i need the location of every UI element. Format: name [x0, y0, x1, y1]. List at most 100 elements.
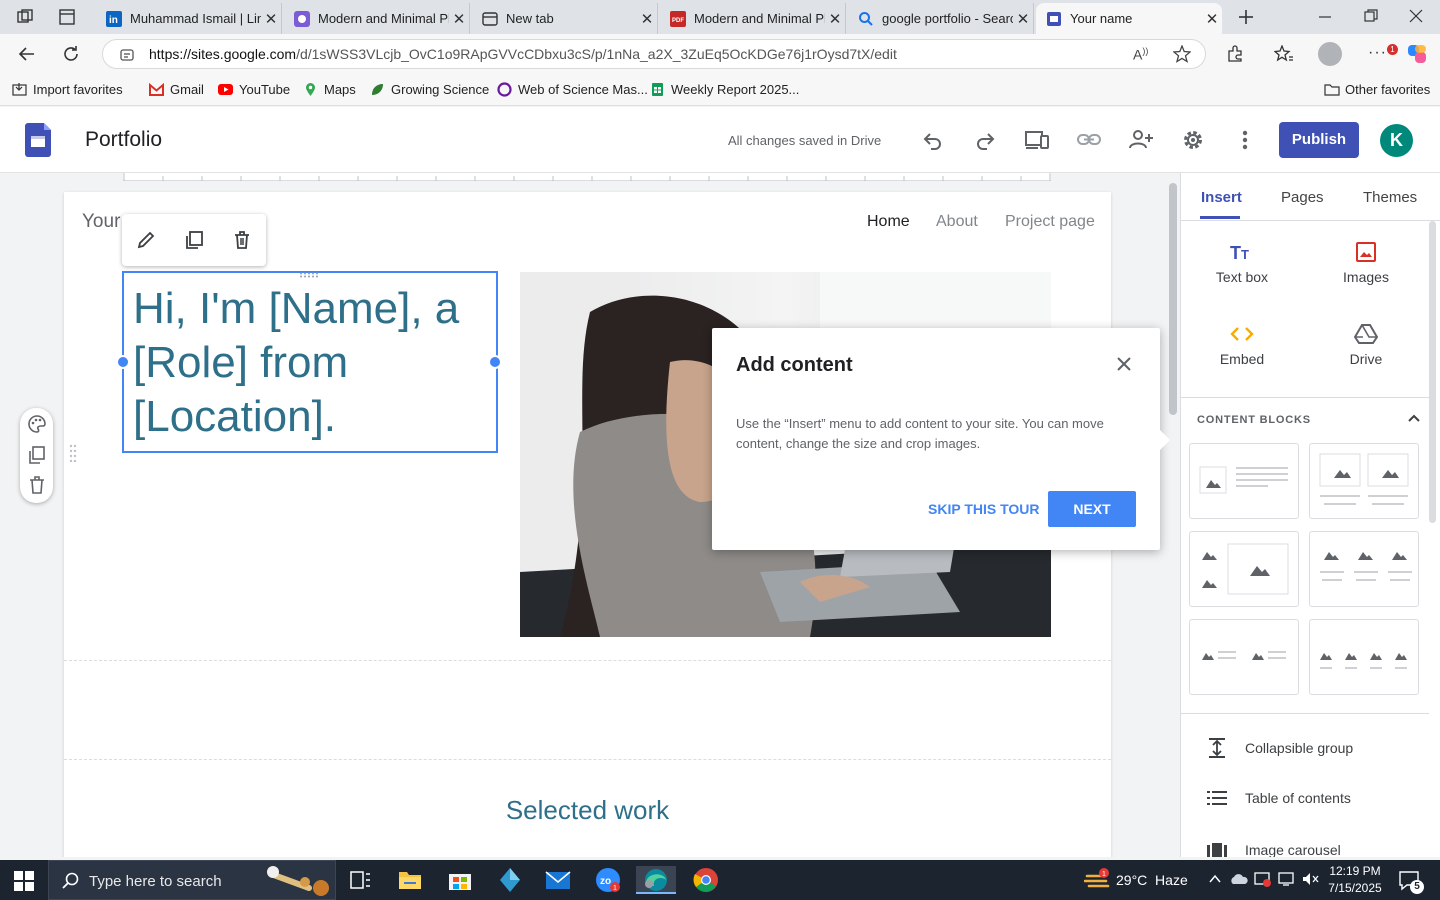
other-favorites[interactable]: Other favorites — [1324, 82, 1430, 97]
images-tool[interactable]: Images — [1315, 241, 1417, 297]
favorite-star-icon[interactable] — [1173, 45, 1191, 63]
text-box-tool[interactable]: TT Text box — [1191, 241, 1293, 297]
favorites-icon[interactable] — [1274, 45, 1294, 63]
resize-handle-left[interactable] — [116, 355, 130, 369]
notifications-icon[interactable]: 5 — [1398, 870, 1424, 894]
taskbar-search-box[interactable]: Type here to search — [48, 860, 336, 900]
browser-tab[interactable]: in Muhammad Ismail | Lin ✕ — [96, 3, 282, 34]
read-aloud-icon[interactable]: A)) — [1133, 46, 1148, 63]
document-title[interactable]: Portfolio — [85, 128, 162, 152]
browser-tab[interactable]: google portfolio - Searc ✕ — [848, 3, 1034, 34]
content-block-layout[interactable] — [1189, 531, 1299, 607]
file-explorer-icon[interactable] — [390, 866, 430, 894]
close-tab-icon[interactable]: ✕ — [449, 10, 469, 28]
skip-tour-button[interactable]: SKIP THIS TOUR — [928, 501, 1040, 517]
embed-tool[interactable]: Embed — [1191, 323, 1293, 379]
close-tab-icon[interactable]: ✕ — [637, 10, 657, 28]
content-block-layout[interactable] — [1309, 443, 1419, 519]
hero-heading[interactable]: Hi, I'm [Name], a [Role] from [Location]… — [133, 282, 488, 444]
palette-icon[interactable] — [27, 414, 47, 434]
link-icon[interactable] — [1077, 129, 1101, 151]
duplicate-section-icon[interactable] — [27, 445, 47, 465]
extensions-icon[interactable] — [1226, 45, 1244, 63]
section-heading[interactable]: Selected work — [64, 795, 1111, 826]
favorite-item[interactable]: Weekly Report 2025... — [650, 82, 799, 97]
resize-handle-right[interactable] — [488, 355, 502, 369]
volume-muted-icon[interactable] — [1302, 871, 1320, 887]
section-drag-handle-icon[interactable] — [69, 444, 77, 462]
show-hidden-icons-icon[interactable] — [1208, 872, 1222, 886]
delete-section-icon[interactable] — [27, 475, 47, 495]
site-info-icon[interactable] — [119, 47, 135, 63]
delete-icon[interactable] — [232, 230, 252, 250]
close-tab-icon[interactable]: ✕ — [1013, 10, 1033, 28]
settings-menu-icon[interactable]: ··· 1 — [1368, 44, 1398, 62]
browser-tab[interactable]: PDF Modern and Minimal Ph ✕ — [660, 3, 846, 34]
clock[interactable]: 12:19 PM 7/15/2025 — [1320, 863, 1390, 897]
favorite-item[interactable]: Import favorites — [12, 82, 123, 97]
close-tab-icon[interactable]: ✕ — [1202, 10, 1222, 28]
collapsible-group-item[interactable]: Collapsible group — [1207, 737, 1353, 759]
duplicate-icon[interactable] — [184, 230, 204, 250]
security-alert-icon[interactable] — [1254, 871, 1272, 887]
close-tab-icon[interactable]: ✕ — [261, 10, 281, 28]
copilot-icon[interactable] — [1406, 43, 1428, 65]
address-bar[interactable]: https://sites.google.com/d/1sWSS3VLcjb_O… — [102, 39, 1206, 69]
content-block-layout[interactable] — [1309, 619, 1419, 695]
profile-avatar[interactable] — [1318, 42, 1342, 66]
account-avatar[interactable]: K — [1380, 124, 1413, 157]
content-block-layout[interactable] — [1189, 443, 1299, 519]
refresh-icon[interactable] — [62, 45, 80, 63]
microsoft-store-icon[interactable] — [440, 866, 480, 894]
panel-scrollbar[interactable] — [1429, 221, 1436, 523]
favorite-item[interactable]: Maps — [303, 82, 356, 97]
publish-button[interactable]: Publish — [1279, 122, 1359, 158]
browser-tab[interactable]: Modern and Minimal Ph ✕ — [284, 3, 470, 34]
content-block-layout[interactable] — [1309, 531, 1419, 607]
tab-themes[interactable]: Themes — [1363, 189, 1417, 206]
vertical-tabs-icon[interactable] — [58, 8, 76, 26]
close-tab-icon[interactable]: ✕ — [825, 10, 845, 28]
google-sites-logo-icon[interactable] — [25, 123, 51, 157]
favorite-item[interactable]: Web of Science Mas... — [497, 82, 648, 97]
nav-project-page[interactable]: Project page — [1005, 213, 1095, 231]
nav-home[interactable]: Home — [867, 213, 910, 231]
table-of-contents-item[interactable]: Table of contents — [1207, 790, 1351, 806]
network-icon[interactable] — [1278, 871, 1296, 887]
drag-handle-icon[interactable] — [299, 272, 319, 278]
workspaces-icon[interactable] — [16, 8, 34, 26]
canvas-scrollbar[interactable] — [1169, 183, 1177, 415]
edit-pencil-icon[interactable] — [136, 230, 156, 250]
tab-insert[interactable]: Insert — [1201, 189, 1242, 206]
back-icon[interactable] — [18, 45, 36, 63]
drive-tool[interactable]: Drive — [1315, 323, 1417, 379]
minimize-icon[interactable] — [1318, 9, 1332, 23]
favorite-item[interactable]: Growing Science — [370, 82, 489, 97]
favorite-item[interactable]: YouTube — [218, 82, 290, 97]
restore-icon[interactable] — [1364, 9, 1378, 23]
mail-icon[interactable] — [538, 866, 578, 894]
hero-text-box[interactable]: Hi, I'm [Name], a [Role] from [Location]… — [116, 271, 502, 453]
zoom-app-icon[interactable]: zo 1 — [588, 866, 628, 894]
chrome-icon[interactable] — [686, 866, 726, 894]
more-options-icon[interactable] — [1242, 129, 1248, 151]
weather-icon[interactable]: 1 — [1084, 868, 1110, 892]
settings-gear-icon[interactable] — [1181, 128, 1205, 152]
app-diamond-icon[interactable] — [490, 866, 530, 894]
next-button[interactable]: NEXT — [1048, 491, 1136, 527]
tab-pages[interactable]: Pages — [1281, 189, 1324, 206]
task-view-icon[interactable] — [340, 866, 380, 894]
browser-tab-active[interactable]: Your name ✕ — [1036, 3, 1222, 34]
content-block-layout[interactable] — [1189, 619, 1299, 695]
start-windows-icon[interactable] — [14, 871, 34, 891]
favorite-item[interactable]: Gmail — [149, 82, 204, 97]
edge-browser-icon[interactable] — [636, 866, 676, 894]
nav-about[interactable]: About — [936, 213, 978, 231]
close-dialog-icon[interactable] — [1114, 354, 1134, 374]
weather-text[interactable]: 29°C Haze — [1116, 872, 1188, 888]
redo-icon[interactable] — [974, 129, 996, 151]
browser-tab[interactable]: New tab ✕ — [472, 3, 658, 34]
site-title[interactable]: Your — [82, 211, 120, 233]
preview-devices-icon[interactable] — [1024, 129, 1050, 151]
undo-icon[interactable] — [922, 129, 944, 151]
